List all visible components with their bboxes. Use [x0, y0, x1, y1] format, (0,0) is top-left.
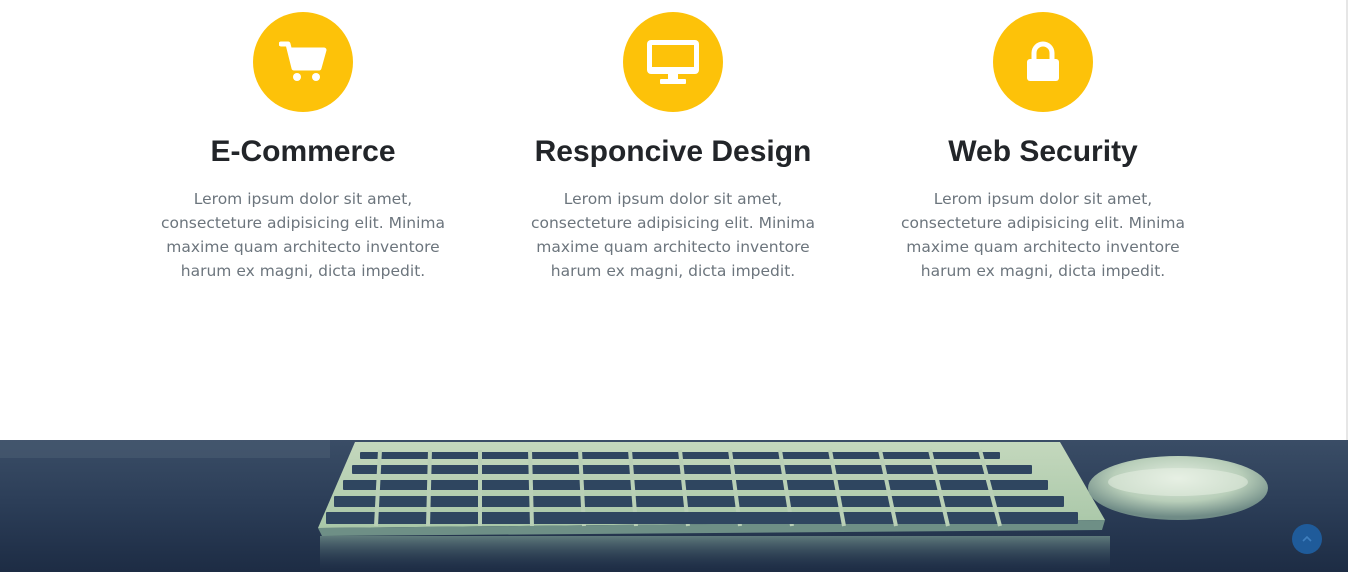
service-icon-circle [253, 12, 353, 112]
hero-section [0, 440, 1348, 572]
cart-icon [279, 41, 327, 81]
service-title: E-Commerce [210, 135, 396, 168]
service-description: Lerom ipsum dolor sit amet, consecteture… [530, 190, 816, 280]
service-web-security: Web Security Lerom ipsum dolor sit amet,… [888, 12, 1198, 283]
service-description: Lerom ipsum dolor sit amet, consecteture… [160, 190, 446, 280]
keyboard-and-mouse-photo [0, 440, 1348, 572]
service-responsive-design: Responcive Design Lerom ipsum dolor sit … [518, 12, 828, 283]
service-ecommerce: E-Commerce Lerom ipsum dolor sit amet, c… [148, 12, 458, 283]
scroll-to-top-button[interactable] [1292, 524, 1322, 554]
monitor-icon [647, 40, 699, 84]
service-icon-circle [993, 12, 1093, 112]
service-title: Web Security [948, 135, 1138, 168]
service-icon-circle [623, 12, 723, 112]
chevron-up-icon [1302, 535, 1312, 542]
lock-icon [1027, 41, 1059, 81]
service-title: Responcive Design [534, 135, 812, 168]
services-section: E-Commerce Lerom ipsum dolor sit amet, c… [0, 0, 1348, 440]
service-description: Lerom ipsum dolor sit amet, consecteture… [900, 190, 1186, 280]
